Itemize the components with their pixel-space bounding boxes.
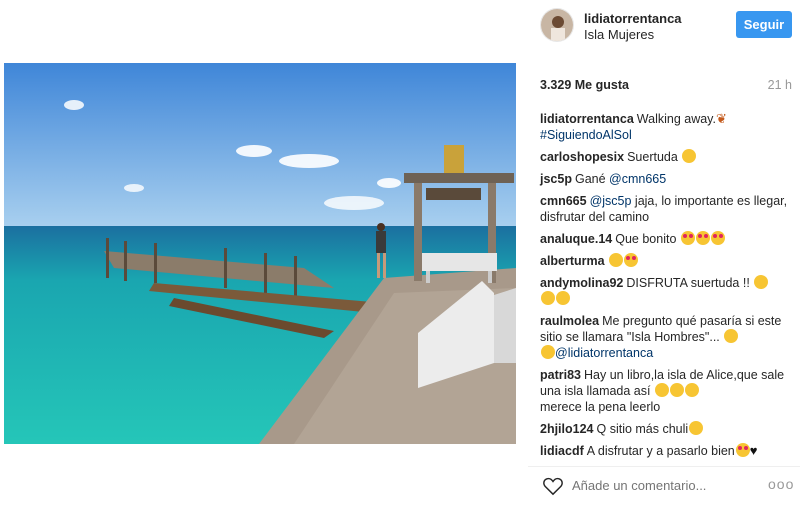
mention-link[interactable]: @jsc5p <box>590 194 632 208</box>
comment-username[interactable]: alberturma <box>540 254 605 268</box>
comment-username[interactable]: analuque.14 <box>540 232 612 246</box>
comment-username[interactable]: jsc5p <box>540 172 572 186</box>
comment-item: lidiacdf A disfrutar y a pasarlo bien ♥ <box>540 443 790 459</box>
mention-link[interactable]: @cmn665 <box>609 172 666 186</box>
comment-item: jsc5p Gané @cmn665 <box>540 171 790 187</box>
comment-username[interactable]: carloshopesix <box>540 150 624 164</box>
heart-eyes-emoji-icon <box>710 231 725 245</box>
sparkles-emoji-icon <box>541 291 555 305</box>
comment-input[interactable] <box>572 478 762 493</box>
smile-emoji-icon <box>654 383 669 397</box>
heart-outline-icon[interactable] <box>542 476 564 496</box>
scream-emoji-icon <box>724 329 739 343</box>
avatar[interactable] <box>540 8 574 42</box>
comment-username[interactable]: andymolina92 <box>540 276 623 290</box>
heart-eyes-emoji-icon <box>680 231 695 245</box>
smile-emoji-icon <box>684 383 699 397</box>
comment-text: DISFRUTA suertuda !! <box>626 276 750 290</box>
post-header: lidiatorrentanca Isla Mujeres Seguir <box>528 0 800 56</box>
comment-item: raulmolea Me pregunto qué pasaría si este… <box>540 313 790 361</box>
comment-username[interactable]: lidiacdf <box>540 444 584 458</box>
post-timestamp[interactable]: 21 h <box>768 78 792 92</box>
smile-emoji-icon <box>689 421 704 435</box>
scream-emoji-icon <box>541 345 555 359</box>
comment-username[interactable]: lidiatorrentanca <box>540 112 634 126</box>
likes-count[interactable]: 3.329 Me gusta <box>540 78 629 92</box>
comment-text: Suertuda <box>627 150 678 164</box>
add-comment-bar: ooo <box>540 474 798 498</box>
smile-emoji-icon <box>556 291 570 305</box>
comment-item: andymolina92 DISFRUTA suertuda !! <box>540 275 790 307</box>
comments-list: lidiatorrentanca Walking away.❦ #Siguiend… <box>540 111 790 465</box>
comment-item: analuque.14 Que bonito <box>540 231 790 247</box>
comment-text: Walking away. <box>636 112 716 126</box>
post-stats: 3.329 Me gusta 21 h <box>540 78 792 96</box>
post-author-username[interactable]: lidiatorrentanca <box>584 11 682 26</box>
comment-item: lidiatorrentanca Walking away.❦ #Siguiend… <box>540 111 790 143</box>
comment-username[interactable]: 2hjilo124 <box>540 422 594 436</box>
heart-eyes-emoji-icon <box>623 253 638 267</box>
comment-item: patri83 Hay un libro,la isla de Alice,que… <box>540 367 790 415</box>
ok-hand-emoji-icon <box>754 275 769 289</box>
heart-eyes-emoji-icon <box>695 231 710 245</box>
smile-emoji-icon <box>682 149 697 163</box>
more-options-icon[interactable]: ooo <box>768 476 794 492</box>
mention-link[interactable]: @lidiatorrentanca <box>555 346 653 360</box>
comment-text: Que bonito <box>615 232 677 246</box>
comment-text: Gané <box>574 172 606 186</box>
comment-item: 2hjilo124 Q sitio más chuli <box>540 421 790 437</box>
comment-item: carloshopesix Suertuda <box>540 149 790 165</box>
heart-eyes-emoji-icon <box>735 443 750 457</box>
comment-text-continued: merece la pena leerlo <box>540 400 661 414</box>
pier-photo-image <box>4 63 516 444</box>
comment-item: cmn665 @jsc5p jaja, lo importante es lleg… <box>540 193 790 225</box>
comment-username[interactable]: cmn665 <box>540 194 587 208</box>
smile-emoji-icon <box>669 383 684 397</box>
post-location[interactable]: Isla Mujeres <box>584 27 654 42</box>
ok-hand-emoji-icon <box>608 253 623 267</box>
comment-username[interactable]: raulmolea <box>540 314 599 328</box>
black-heart-emoji-icon: ♥ <box>749 443 758 458</box>
post-photo[interactable] <box>4 63 516 444</box>
comment-username[interactable]: patri83 <box>540 368 581 382</box>
comment-item: alberturma <box>540 253 790 269</box>
comment-text: A disfrutar y a pasarlo bien <box>586 444 735 458</box>
comment-text: Q sitio más chuli <box>596 422 689 436</box>
post-sidebar: lidiatorrentanca Isla Mujeres Seguir 3.3… <box>528 0 800 506</box>
follow-button[interactable]: Seguir <box>736 11 792 38</box>
hashtag-link[interactable]: #SiguiendoAlSol <box>540 128 632 142</box>
butterfly-emoji-icon: ❦ <box>715 111 727 126</box>
divider <box>528 466 800 467</box>
